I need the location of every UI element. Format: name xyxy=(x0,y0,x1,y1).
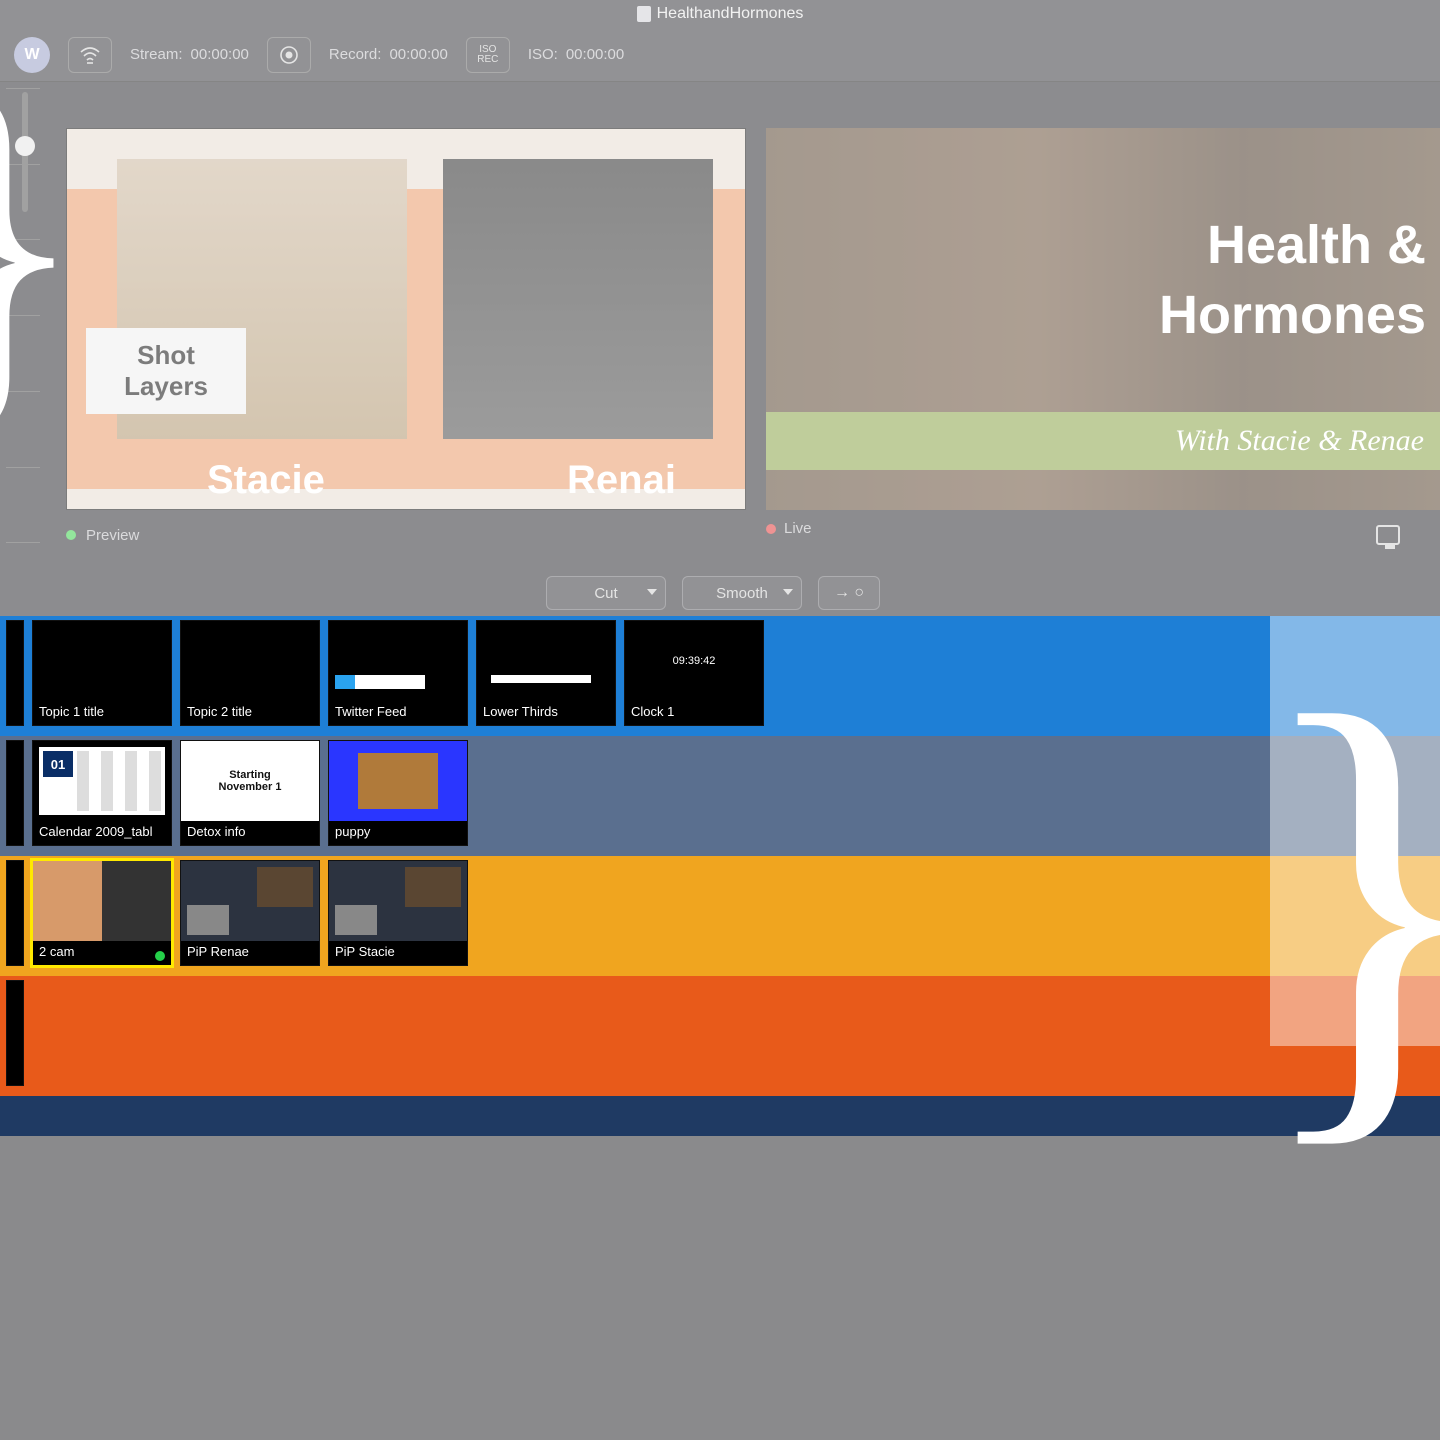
shot-row xyxy=(0,1096,1440,1136)
shot-label: Twitter Feed xyxy=(329,701,467,725)
preview-left-name: Stacie xyxy=(207,458,325,503)
live-title-line2: Hormones xyxy=(1159,284,1426,346)
shot-thumbnail[interactable]: puppy xyxy=(328,740,468,846)
shot-label: Clock 1 xyxy=(625,701,763,725)
preview-status-label: Preview xyxy=(86,527,139,544)
document-title: HealthandHormones xyxy=(637,5,804,23)
preview-right-name: Renai xyxy=(567,458,676,503)
shot-label xyxy=(7,1061,23,1085)
shot-thumbnail[interactable]: Topic 1 title xyxy=(32,620,172,726)
preview-window[interactable]: Stacie Renai xyxy=(66,128,746,510)
chevron-down-icon xyxy=(647,589,657,595)
monitor-icon[interactable] xyxy=(1376,525,1400,545)
shot-layers-callout: Shot Layers xyxy=(86,328,246,414)
record-time: 00:00:00 xyxy=(389,46,447,63)
shot-label xyxy=(7,821,23,845)
shot-label: Lower Thirds xyxy=(477,701,615,725)
record-icon xyxy=(279,45,299,65)
shot-row: Topic 1 title Topic 2 title Twitter Feed Lo… xyxy=(0,616,1440,736)
live-window[interactable]: Health & Hormones With Stacie & Renae xyxy=(766,128,1440,510)
preview-dot-icon xyxy=(66,530,76,540)
iso-label: ISO: xyxy=(528,46,558,63)
app-logo[interactable]: W xyxy=(14,37,50,73)
titlebar: HealthandHormones xyxy=(0,0,1440,28)
live-ribbon: With Stacie & Renae xyxy=(766,412,1440,470)
record-button[interactable] xyxy=(267,37,311,73)
stream-time: 00:00:00 xyxy=(191,46,249,63)
shot-thumbnail[interactable]: PiP Renae xyxy=(180,860,320,966)
go-button[interactable]: → ○ xyxy=(818,576,880,610)
shot-label: Topic 1 title xyxy=(33,701,171,725)
record-label: Record: xyxy=(329,46,382,63)
shot-thumbnail[interactable]: Starting November 1Detox info xyxy=(180,740,320,846)
live-title-line1: Health & xyxy=(1207,214,1426,276)
chevron-down-icon xyxy=(783,589,793,595)
record-indicator-icon xyxy=(155,951,165,961)
shot-row: 2 cam PiP Renae PiP Stacie xyxy=(0,856,1440,976)
shot-label: 2 cam xyxy=(33,941,171,965)
shot-row xyxy=(0,976,1440,1096)
preview-cam-right xyxy=(443,159,713,439)
stream-label: Stream: xyxy=(130,46,183,63)
shot-thumbnail[interactable]: Topic 2 title xyxy=(180,620,320,726)
shot-label: PiP Renae xyxy=(181,941,319,965)
preview-status: Preview xyxy=(66,520,1440,550)
slider-knob[interactable] xyxy=(15,136,35,156)
shot-thumbnail[interactable]: 2 cam xyxy=(32,860,172,966)
live-dot-icon xyxy=(766,524,776,534)
shot-label: Detox info xyxy=(181,821,319,845)
shot-thumbnail[interactable] xyxy=(6,980,24,1086)
transition-cut-dropdown[interactable]: Cut xyxy=(546,576,666,610)
document-name: HealthandHormones xyxy=(657,5,804,23)
volume-slider[interactable] xyxy=(22,92,28,212)
shot-thumbnail[interactable] xyxy=(6,740,24,846)
shot-thumbnail[interactable]: 09:39:42Clock 1 xyxy=(624,620,764,726)
iso-record-button[interactable]: ISO REC xyxy=(466,37,510,73)
shot-row: 01Calendar 2009_tablStarting November 1D… xyxy=(0,736,1440,856)
shot-label: Calendar 2009_tabl xyxy=(33,821,171,845)
shot-rows: Topic 1 title Topic 2 title Twitter Feed Lo… xyxy=(0,616,1440,1136)
transition-row: Cut Smooth → ○ xyxy=(0,570,1440,616)
live-status-label: Live xyxy=(784,520,812,537)
shot-label: Topic 2 title xyxy=(181,701,319,725)
main-area: Stacie Renai Shot Layers Health & Hormon… xyxy=(0,82,1440,616)
toolbar: W Stream: 00:00:00 Record: 00:00:00 ISO … xyxy=(0,28,1440,82)
shot-thumbnail[interactable] xyxy=(6,620,24,726)
shot-thumbnail[interactable]: Lower Thirds xyxy=(476,620,616,726)
shot-label xyxy=(7,701,23,725)
shot-thumbnail[interactable]: 01Calendar 2009_tabl xyxy=(32,740,172,846)
iso-time: 00:00:00 xyxy=(566,46,624,63)
shot-label: puppy xyxy=(329,821,467,845)
shot-thumbnail[interactable] xyxy=(6,860,24,966)
wifi-icon xyxy=(79,46,101,64)
shot-label: PiP Stacie xyxy=(329,941,467,965)
live-status: Live xyxy=(766,520,812,537)
shot-thumbnail[interactable]: PiP Stacie xyxy=(328,860,468,966)
transition-smooth-dropdown[interactable]: Smooth xyxy=(682,576,802,610)
file-icon xyxy=(637,6,651,22)
shot-label xyxy=(7,941,23,965)
shot-thumbnail[interactable]: Twitter Feed xyxy=(328,620,468,726)
stream-button[interactable] xyxy=(68,37,112,73)
